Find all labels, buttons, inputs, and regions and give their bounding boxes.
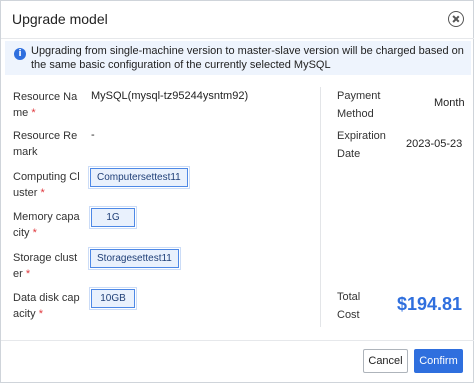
dialog-title: Upgrade model: [12, 11, 108, 27]
data-disk-capacity-label: Data disk capacity *: [13, 292, 80, 320]
storage-cluster-label: Storage cluster *: [13, 252, 78, 280]
total-cost-value: $194.81: [397, 294, 463, 314]
expiration-date-label: Expiration Date: [337, 130, 386, 160]
memory-capacity-label: Memory capacity *: [13, 211, 80, 239]
resource-remark-label: Resource Remark: [13, 130, 78, 158]
resource-name-label: Resource Name *: [13, 91, 78, 119]
dialog-header: Upgrade model: [1, 1, 474, 39]
close-icon[interactable]: [448, 11, 464, 27]
info-notice: i Upgrading from single-machine version …: [5, 41, 471, 75]
confirm-button[interactable]: Confirm: [414, 349, 463, 373]
payment-method-value: Month: [434, 97, 465, 109]
column-divider: [320, 87, 321, 327]
computing-cluster-label: Computing Cluster *: [13, 171, 80, 199]
notice-text: Upgrading from single-machine version to…: [31, 45, 464, 71]
cancel-button[interactable]: Cancel: [363, 349, 408, 373]
data-disk-capacity-option[interactable]: 10GB: [89, 287, 137, 310]
resource-remark-value: -: [91, 129, 95, 141]
footer-divider: [1, 340, 474, 341]
upgrade-model-dialog: Upgrade model i Upgrading from single-ma…: [0, 0, 474, 383]
expiration-date-value: 2023-05-23: [406, 138, 463, 150]
resource-name-value: MySQL(mysql-tz95244ysntm92): [91, 90, 249, 102]
info-icon: i: [14, 48, 26, 60]
total-cost-label: Total Cost: [337, 291, 361, 321]
memory-capacity-option[interactable]: 1G: [89, 206, 137, 229]
computing-cluster-option[interactable]: Computersettest11: [88, 166, 190, 189]
storage-cluster-option[interactable]: Storagesettest11: [88, 247, 181, 270]
payment-method-label: Payment Method: [337, 90, 381, 120]
